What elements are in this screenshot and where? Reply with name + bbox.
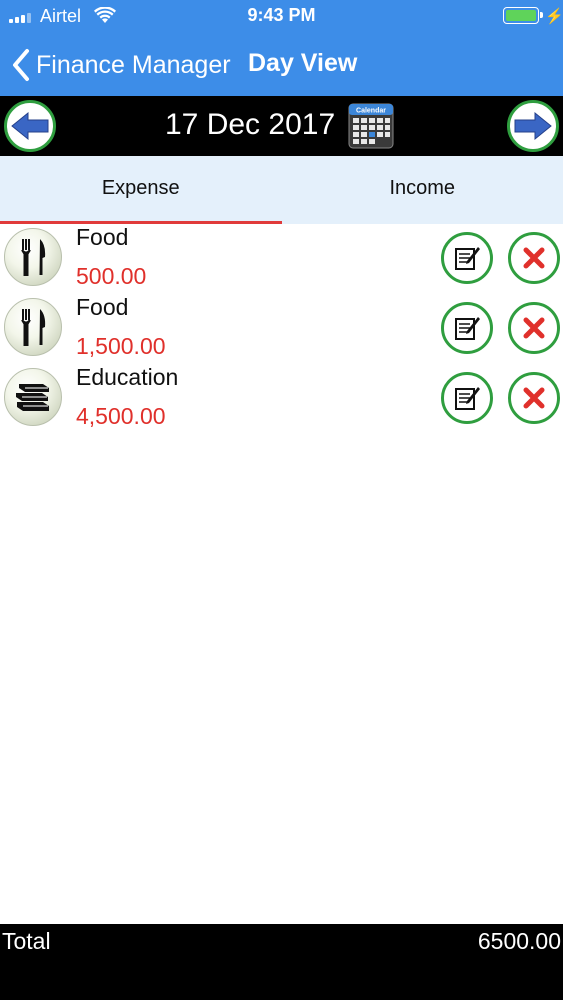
previous-day-button[interactable] [4, 100, 56, 152]
delete-x-icon [523, 387, 545, 409]
page-title: Day View [248, 49, 358, 77]
transaction-category: Food [76, 294, 129, 320]
edit-button[interactable] [441, 372, 493, 424]
transaction-amount: 1,500.00 [76, 333, 166, 359]
total-value: 6500.00 [477, 928, 561, 954]
calendar-icon-label: Calendar [356, 108, 386, 115]
calendar-icon[interactable]: Calendar [348, 103, 394, 149]
tab-income[interactable]: Income [282, 156, 563, 224]
edit-icon [455, 247, 480, 270]
transaction-row[interactable]: Food 1,500.00 [0, 294, 563, 364]
next-day-button[interactable] [507, 100, 559, 152]
transaction-category: Education [76, 364, 179, 390]
status-time: 9:43 PM [247, 5, 316, 25]
date-navigator: 17 Dec 2017 Calendar [0, 96, 563, 156]
tab-bar: Expense Income [0, 156, 563, 224]
fork-knife-icon [4, 298, 62, 356]
fork-knife-icon [4, 228, 62, 286]
edit-icon [455, 387, 480, 410]
current-date: 17 Dec 2017 [165, 108, 336, 141]
transaction-category: Food [76, 224, 129, 250]
transaction-list: Food 500.00 Food 1,500.00 Education 4,50… [0, 224, 563, 434]
transaction-amount: 500.00 [76, 263, 147, 289]
back-button-label: Finance Manager [36, 50, 231, 79]
battery-icon [503, 7, 543, 24]
transaction-row[interactable]: Education 4,500.00 [0, 364, 563, 434]
transaction-row[interactable]: Food 500.00 [0, 224, 563, 294]
delete-button[interactable] [508, 372, 560, 424]
arrow-right-icon [514, 111, 552, 141]
chevron-left-icon [13, 49, 29, 81]
edit-button[interactable] [441, 302, 493, 354]
delete-x-icon [523, 317, 545, 339]
total-footer: Total 6500.00 [0, 924, 563, 1000]
delete-button[interactable] [508, 302, 560, 354]
edit-button[interactable] [441, 232, 493, 284]
back-button[interactable]: Finance Manager [10, 48, 231, 82]
navigation-bar: Finance Manager Day View [0, 34, 563, 96]
books-icon [4, 368, 62, 426]
delete-x-icon [523, 247, 545, 269]
delete-button[interactable] [508, 232, 560, 284]
top-bar: Airtel 9:43 PM ⚡ Finance Manager Day Vie… [0, 0, 563, 96]
status-bar: Airtel 9:43 PM ⚡ [0, 0, 563, 34]
arrow-left-icon [11, 111, 49, 141]
charging-bolt-icon: ⚡ [545, 8, 563, 25]
total-label: Total [2, 928, 51, 954]
transaction-amount: 4,500.00 [76, 403, 166, 429]
tab-expense[interactable]: Expense [0, 156, 282, 224]
edit-icon [455, 317, 480, 340]
